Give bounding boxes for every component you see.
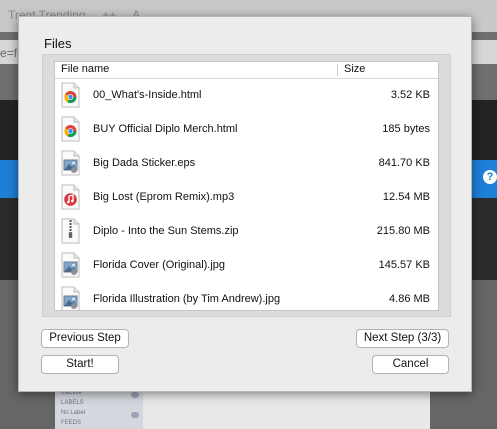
file-name: Diplo - Into the Sun Stems.zip: [93, 225, 239, 237]
file-name: Florida Cover (Original).jpg: [93, 259, 226, 271]
file-size: 215.80 MB: [376, 225, 430, 237]
file-rows: 00_What's-Inside.html 3.52 KB BUY Official…: [55, 79, 438, 310]
sidebar-item: No Label: [61, 410, 86, 416]
file-size: 145.57 KB: [378, 259, 430, 271]
file-row[interactable]: Big Dada Sticker.eps 841.70 KB: [55, 147, 438, 181]
count-badge: [131, 392, 139, 398]
file-size: 841.70 KB: [378, 157, 430, 169]
music-file-icon: [61, 184, 80, 210]
file-size: 4.86 MB: [389, 293, 430, 305]
file-row[interactable]: BUY Official Diplo Merch.html 185 bytes: [55, 113, 438, 147]
previous-step-button[interactable]: Previous Step: [41, 329, 129, 348]
count-badge: [131, 412, 139, 418]
file-row[interactable]: Big Lost (Eprom Remix).mp3 12.54 MB: [55, 181, 438, 215]
file-row[interactable]: Florida Illustration (by Tim Andrew).jpg…: [55, 283, 438, 310]
file-size: 12.54 MB: [382, 191, 430, 203]
file-name: BUY Official Diplo Merch.html: [93, 123, 238, 135]
app-sidebar: Inactive LABELS No Label FEEDS: [55, 388, 143, 429]
file-size: 3.52 KB: [390, 89, 430, 101]
sidebar-section-feeds: FEEDS: [61, 420, 82, 426]
file-list-container: File name Size 00_What's-Inside.html 3.52…: [42, 54, 451, 317]
file-list[interactable]: File name Size 00_What's-Inside.html 3.52…: [54, 61, 439, 311]
file-row[interactable]: Florida Cover (Original).jpg 145.57 KB: [55, 249, 438, 283]
column-header-size[interactable]: Size: [344, 63, 365, 75]
file-row[interactable]: 00_What's-Inside.html 3.52 KB: [55, 79, 438, 113]
start-button[interactable]: Start!: [41, 355, 119, 374]
column-header-file-name[interactable]: File name: [61, 63, 109, 75]
files-dialog: Files File name Size 00_What's-Inside.ht…: [18, 16, 472, 392]
chrome-html-icon: [61, 82, 80, 108]
next-step-button[interactable]: Next Step (3/3): [356, 329, 449, 348]
chrome-html-icon: [61, 116, 80, 142]
cancel-button[interactable]: Cancel: [372, 355, 449, 374]
dialog-title: Files: [44, 36, 72, 51]
sidebar-section-labels: LABELS: [61, 400, 84, 406]
column-divider: [337, 64, 338, 76]
file-name: Big Lost (Eprom Remix).mp3: [93, 191, 235, 203]
file-name: 00_What's-Inside.html: [93, 89, 202, 101]
file-name: Big Dada Sticker.eps: [93, 157, 196, 169]
zip-file-icon: [61, 218, 80, 244]
file-size: 185 bytes: [382, 123, 430, 135]
file-row[interactable]: Diplo - Into the Sun Stems.zip 215.80 MB: [55, 215, 438, 249]
image-file-icon: [61, 150, 80, 176]
image-file-icon: [61, 286, 80, 310]
file-name: Florida Illustration (by Tim Andrew).jpg: [93, 293, 281, 305]
list-header: File name Size: [55, 62, 438, 79]
image-file-icon: [61, 252, 80, 278]
help-icon: ?: [483, 170, 497, 184]
